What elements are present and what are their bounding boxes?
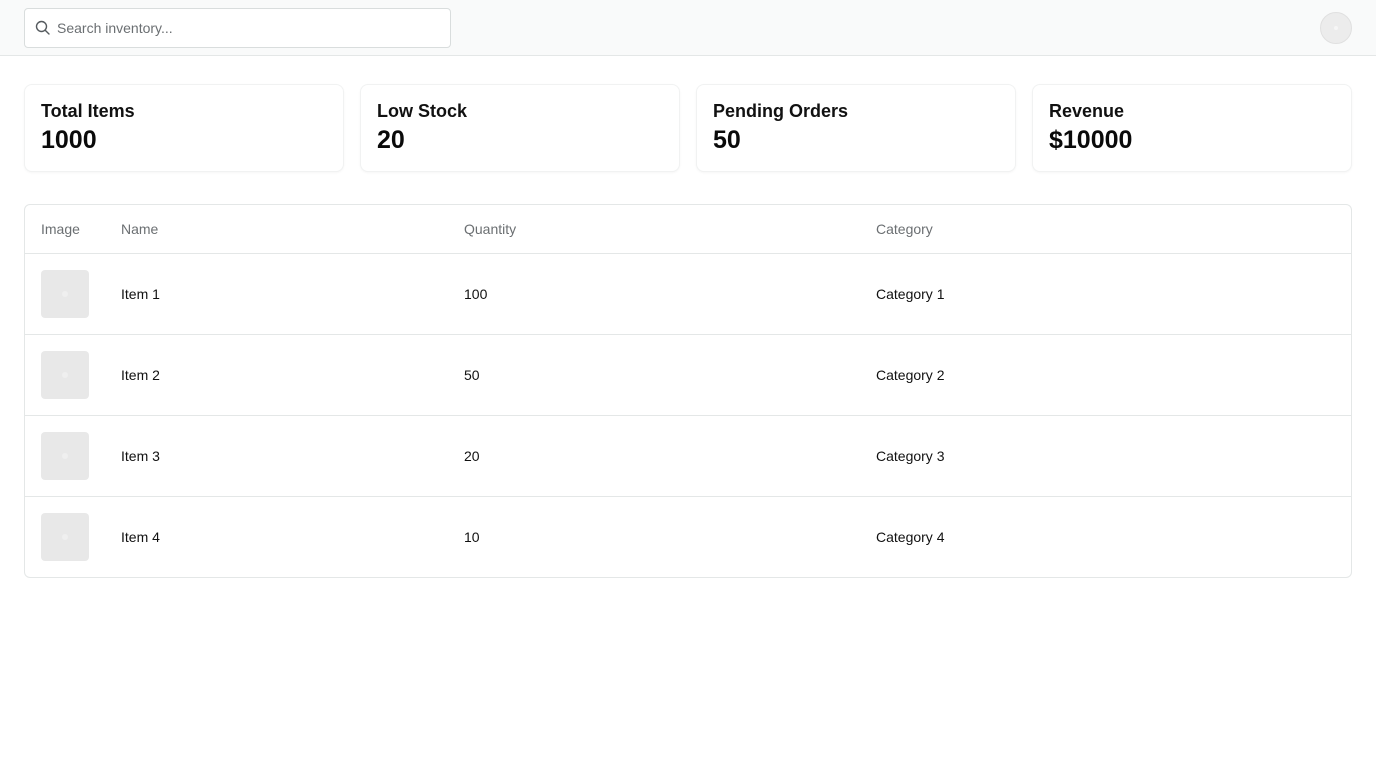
item-quantity: 100 (464, 286, 488, 302)
stat-card-revenue: Revenue $10000 (1032, 84, 1352, 172)
table-row[interactable]: Item 4 10 Category 4 (25, 497, 1351, 577)
item-name: Item 1 (121, 286, 160, 302)
table-row[interactable]: Item 3 20 Category 3 (25, 416, 1351, 497)
stat-value: 1000 (41, 126, 97, 154)
search-icon (35, 20, 50, 35)
item-thumbnail (41, 513, 89, 561)
stat-card-low-stock: Low Stock 20 (360, 84, 680, 172)
column-header-category[interactable]: Category (876, 221, 933, 237)
inventory-table: Image Name Quantity Category Item 1 100 … (24, 204, 1352, 578)
stat-label: Pending Orders (713, 101, 849, 121)
stat-value: $10000 (1049, 126, 1133, 154)
search-input[interactable] (57, 9, 437, 47)
item-quantity: 10 (464, 529, 480, 545)
item-quantity: 20 (464, 448, 480, 464)
item-thumbnail (41, 351, 89, 399)
item-category: Category 1 (876, 286, 945, 302)
table-row[interactable]: Item 1 100 Category 1 (25, 254, 1351, 335)
item-category: Category 3 (876, 448, 945, 464)
table-row[interactable]: Item 2 50 Category 2 (25, 335, 1351, 416)
image-placeholder-icon (62, 291, 68, 297)
item-category: Category 4 (876, 529, 945, 545)
image-placeholder-icon (62, 534, 68, 540)
search-box[interactable] (24, 8, 451, 48)
item-thumbnail (41, 432, 89, 480)
image-placeholder-icon (62, 453, 68, 459)
stat-value: 50 (713, 126, 741, 154)
top-bar (0, 0, 1376, 56)
item-name: Item 3 (121, 448, 160, 464)
item-category: Category 2 (876, 367, 945, 383)
stat-value: 20 (377, 126, 405, 154)
stat-label: Total Items (41, 101, 135, 121)
item-quantity: 50 (464, 367, 480, 383)
item-thumbnail (41, 270, 89, 318)
item-name: Item 4 (121, 529, 160, 545)
avatar-image-placeholder (1334, 26, 1338, 30)
image-placeholder-icon (62, 372, 68, 378)
stat-card-total-items: Total Items 1000 (24, 84, 344, 172)
column-header-name[interactable]: Name (121, 221, 158, 237)
stat-label: Revenue (1049, 101, 1125, 121)
item-name: Item 2 (121, 367, 160, 383)
column-header-quantity[interactable]: Quantity (464, 221, 516, 237)
stat-label: Low Stock (377, 101, 468, 121)
user-avatar[interactable] (1320, 12, 1352, 44)
stat-card-pending-orders: Pending Orders 50 (696, 84, 1016, 172)
table-header: Image Name Quantity Category (25, 205, 1351, 254)
column-header-image[interactable]: Image (41, 221, 80, 237)
